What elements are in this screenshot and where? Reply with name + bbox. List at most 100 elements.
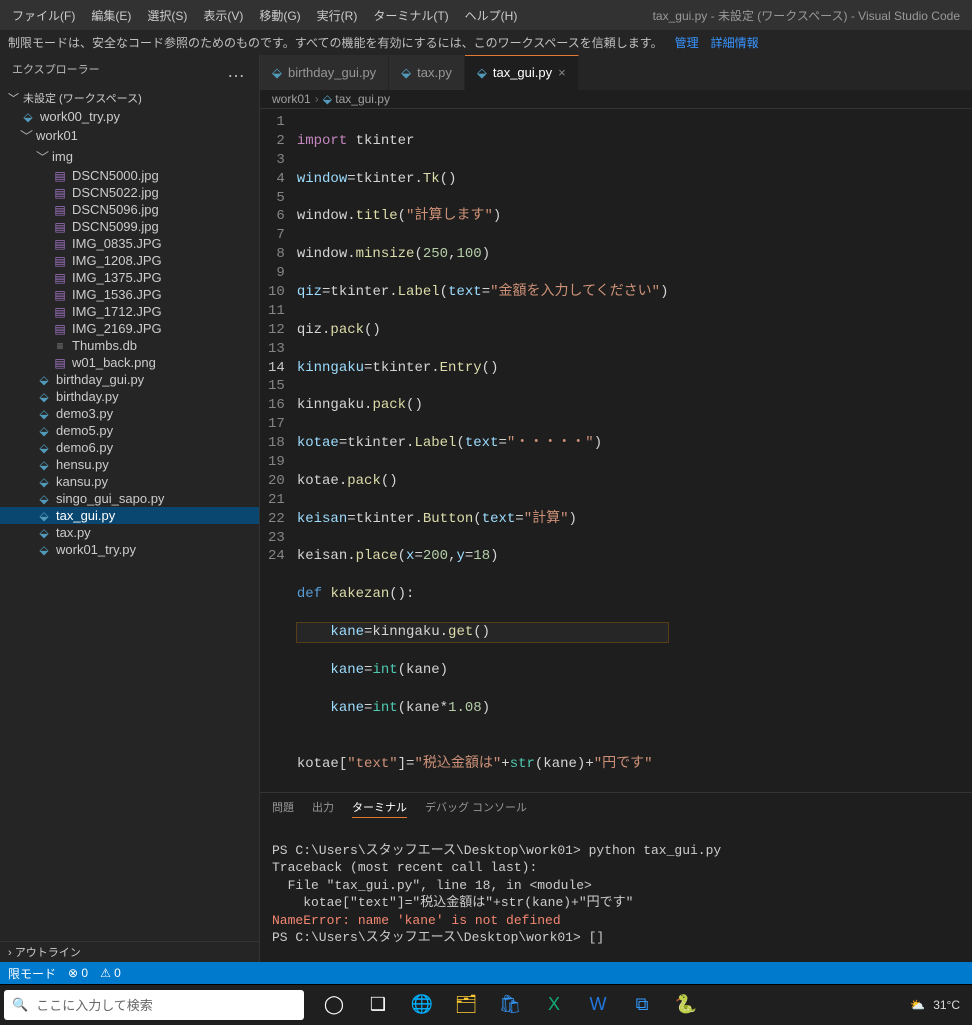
menu-select[interactable]: 選択(S)	[139, 7, 195, 24]
chevron-down-icon[interactable]: ﹀	[8, 90, 19, 106]
tab-birthday-gui[interactable]: ⬙birthday_gui.py	[260, 55, 389, 90]
file-item[interactable]: ▤DSCN5022.jpg	[0, 184, 259, 201]
trust-manage-link[interactable]: 管理	[675, 34, 699, 51]
image-icon: ▤	[52, 305, 68, 319]
explorer-more-icon[interactable]: …	[227, 61, 247, 82]
file-item[interactable]: ⬙demo5.py	[0, 422, 259, 439]
python-icon[interactable]: 🐍	[666, 985, 706, 1025]
file-item[interactable]: ⬙kansu.py	[0, 473, 259, 490]
menu-view[interactable]: 表示(V)	[195, 7, 251, 24]
line-gutter: 123456789101112131415161718192021222324	[260, 109, 297, 792]
code-lines[interactable]: import tkinter window=tkinter.Tk() windo…	[297, 109, 669, 792]
file-item[interactable]: ⬙hensu.py	[0, 456, 259, 473]
tab-tax-gui[interactable]: ⬙tax_gui.py×	[465, 55, 579, 90]
python-icon: ⬙	[36, 492, 52, 506]
breadcrumb[interactable]: work01›⬙ tax_gui.py	[260, 90, 972, 109]
editor-tabs: ⬙birthday_gui.py ⬙tax.py ⬙tax_gui.py×	[260, 55, 972, 90]
image-icon: ▤	[52, 169, 68, 183]
menu-terminal[interactable]: ターミナル(T)	[365, 7, 456, 24]
search-icon: 🔍	[12, 997, 28, 1013]
taskbar-search[interactable]: 🔍 ここに入力して検索	[4, 990, 304, 1020]
file-item[interactable]: ⬙tax_gui.py	[0, 507, 259, 524]
temperature: 31°C	[933, 998, 960, 1012]
menu-goto[interactable]: 移動(G)	[251, 7, 308, 24]
file-item[interactable]: ▤DSCN5000.jpg	[0, 167, 259, 184]
search-placeholder: ここに入力して検索	[36, 995, 153, 1014]
python-icon: ⬙	[36, 373, 52, 387]
file-item[interactable]: ⬙work01_try.py	[0, 541, 259, 558]
weather-icon[interactable]: ⛅	[910, 998, 925, 1012]
python-icon: ⬙	[36, 424, 52, 438]
python-icon: ⬙	[36, 407, 52, 421]
explorer-sidebar: エクスプローラー … ﹀ 未設定 (ワークスペース) ⬙work00_try.p…	[0, 55, 260, 962]
file-item[interactable]: ⬙demo6.py	[0, 439, 259, 456]
code-editor[interactable]: 123456789101112131415161718192021222324 …	[260, 109, 972, 792]
file-item[interactable]: ⬙demo3.py	[0, 405, 259, 422]
panel-tab-terminal[interactable]: ターミナル	[352, 797, 407, 818]
tab-tax[interactable]: ⬙tax.py	[389, 55, 465, 90]
file-item[interactable]: ⬙birthday_gui.py	[0, 371, 259, 388]
file-item[interactable]: ⬙tax.py	[0, 524, 259, 541]
status-restricted-mode[interactable]: 限モード	[8, 965, 56, 982]
panel-tab-debug[interactable]: デバッグ コンソール	[425, 797, 527, 818]
terminal-output[interactable]: PS C:\Users\スタッフエース\Desktop\work01> pyth…	[260, 822, 972, 966]
menu-help[interactable]: ヘルプ(H)	[457, 7, 526, 24]
excel-icon[interactable]: X	[534, 985, 574, 1025]
file-item[interactable]: ▤w01_back.png	[0, 354, 259, 371]
file-item[interactable]: ▤DSCN5096.jpg	[0, 201, 259, 218]
chevron-down-icon: ﹀	[20, 126, 32, 145]
file-item[interactable]: ▤IMG_1536.JPG	[0, 286, 259, 303]
python-icon: ⬙	[36, 543, 52, 557]
file-item[interactable]: ▤IMG_1375.JPG	[0, 269, 259, 286]
status-bar: 限モード ⊗ 0 ⚠ 0	[0, 962, 972, 984]
menu-bar: ファイル(F) 編集(E) 選択(S) 表示(V) 移動(G) 実行(R) ター…	[0, 0, 972, 30]
chevron-right-icon[interactable]: ›	[8, 947, 12, 959]
image-icon: ▤	[52, 288, 68, 302]
editor-area: ⬙birthday_gui.py ⬙tax.py ⬙tax_gui.py× wo…	[260, 55, 972, 962]
menu-edit[interactable]: 編集(E)	[83, 7, 139, 24]
image-icon: ▤	[52, 254, 68, 268]
image-icon: ▤	[52, 322, 68, 336]
file-item[interactable]: ▤IMG_1208.JPG	[0, 252, 259, 269]
file-item[interactable]: ≡Thumbs.db	[0, 337, 259, 354]
taskview-icon[interactable]: ◯	[314, 985, 354, 1025]
store-icon[interactable]: 🛍	[490, 985, 530, 1025]
folder-item[interactable]: ﹀img	[0, 146, 259, 167]
db-icon: ≡	[52, 339, 68, 353]
image-icon: ▤	[52, 220, 68, 234]
close-icon[interactable]: ×	[558, 65, 566, 80]
panel-tab-problems[interactable]: 問題	[272, 797, 294, 818]
python-icon: ⬙	[36, 509, 52, 523]
file-item[interactable]: ▤IMG_2169.JPG	[0, 320, 259, 337]
panel-tab-output[interactable]: 出力	[312, 797, 334, 818]
python-icon: ⬙	[36, 441, 52, 455]
image-icon: ▤	[52, 237, 68, 251]
status-errors[interactable]: ⊗ 0	[68, 966, 88, 980]
vscode-icon[interactable]: ⧉	[622, 985, 662, 1025]
python-icon: ⬙	[401, 65, 411, 81]
status-warnings[interactable]: ⚠ 0	[100, 966, 121, 980]
image-icon: ▤	[52, 271, 68, 285]
python-icon: ⬙	[323, 92, 332, 106]
outline-label[interactable]: アウトライン	[15, 947, 81, 959]
word-icon[interactable]: W	[578, 985, 618, 1025]
file-tree[interactable]: ⬙work00_try.py ﹀work01 ﹀img ▤DSCN5000.jp…	[0, 108, 259, 941]
file-item[interactable]: ⬙birthday.py	[0, 388, 259, 405]
edge-icon[interactable]: 🌐	[402, 985, 442, 1025]
file-item[interactable]: ⬙work00_try.py	[0, 108, 259, 125]
chevron-down-icon: ﹀	[36, 147, 48, 166]
file-item[interactable]: ▤IMG_0835.JPG	[0, 235, 259, 252]
trust-info-link[interactable]: 詳細情報	[711, 34, 759, 51]
cortana-icon[interactable]: ❑	[358, 985, 398, 1025]
folder-item[interactable]: ﹀work01	[0, 125, 259, 146]
bottom-panel: 問題 出力 ターミナル デバッグ コンソール PS C:\Users\スタッフエ…	[260, 792, 972, 962]
python-icon: ⬙	[20, 110, 36, 124]
menu-run[interactable]: 実行(R)	[309, 7, 366, 24]
file-item[interactable]: ⬙singo_gui_sapo.py	[0, 490, 259, 507]
file-item[interactable]: ▤DSCN5099.jpg	[0, 218, 259, 235]
file-item[interactable]: ▤IMG_1712.JPG	[0, 303, 259, 320]
menu-file[interactable]: ファイル(F)	[4, 7, 83, 24]
trust-message: 制限モードは、安全なコード参照のためのものです。すべての機能を有効にするには、こ…	[8, 34, 663, 51]
explorer-icon[interactable]: 🗂	[446, 985, 486, 1025]
python-icon: ⬙	[36, 458, 52, 472]
